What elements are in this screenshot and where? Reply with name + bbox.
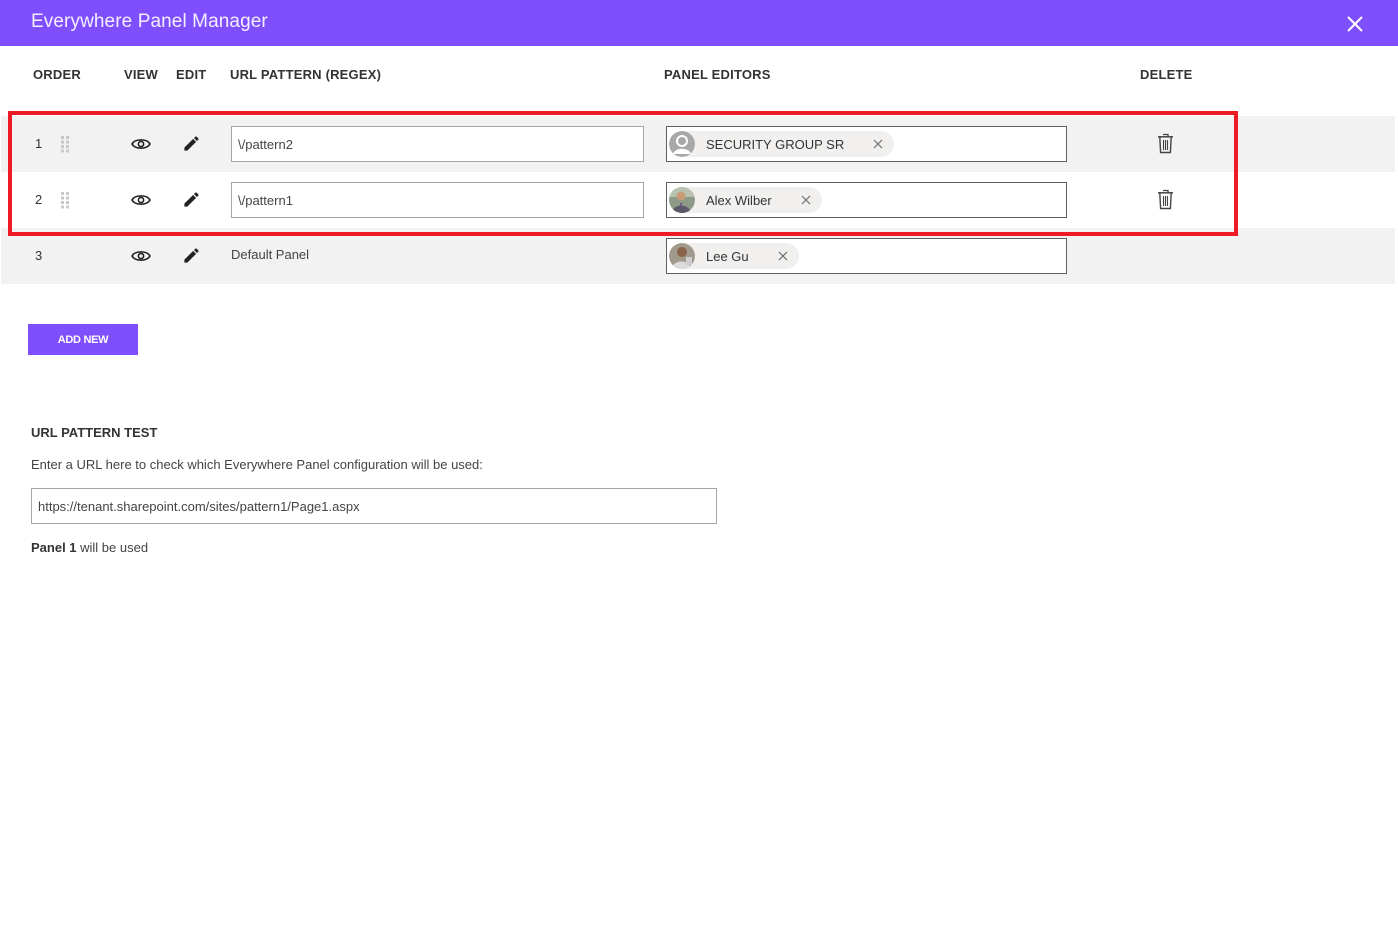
- editor-chip: SECURITY GROUP SR: [669, 131, 895, 157]
- remove-editor-icon[interactable]: [777, 250, 789, 262]
- panel-editors-picker[interactable]: Lee Gu: [666, 238, 1067, 274]
- panel-editors-picker[interactable]: Alex Wilber: [666, 182, 1067, 218]
- remove-editor-icon[interactable]: [872, 138, 884, 150]
- column-header-order: ORDER: [33, 67, 81, 82]
- pencil-icon[interactable]: [182, 134, 201, 153]
- title-bar: Everywhere Panel Manager: [0, 0, 1398, 46]
- test-url-input[interactable]: [31, 488, 717, 524]
- user-photo-avatar: [669, 187, 695, 213]
- url-pattern-test-description: Enter a URL here to check which Everywhe…: [31, 457, 483, 472]
- pencil-icon[interactable]: [182, 190, 201, 209]
- panel-row: 2 Alex Wilber: [1, 172, 1395, 228]
- test-result: Panel 1 will be used: [31, 540, 148, 555]
- url-pattern-input[interactable]: [231, 126, 644, 162]
- editor-name: Alex Wilber: [706, 192, 772, 208]
- column-header-edit: EDIT: [176, 67, 207, 82]
- trash-icon[interactable]: [1157, 189, 1174, 210]
- order-number: 1: [35, 136, 43, 151]
- user-photo-avatar: [669, 243, 695, 269]
- editor-name: SECURITY GROUP SR: [706, 136, 845, 152]
- column-header-delete: DELETE: [1140, 67, 1193, 82]
- column-header-view: VIEW: [124, 67, 159, 82]
- url-pattern-input[interactable]: [231, 182, 644, 218]
- column-header-panel-editors: PANEL EDITORS: [664, 67, 771, 82]
- editor-chip: Lee Gu: [669, 243, 799, 269]
- panel-row: 1 SECURITY GROUP SR: [1, 116, 1395, 172]
- editor-chip: Alex Wilber: [669, 187, 822, 213]
- eye-icon[interactable]: [131, 137, 151, 151]
- order-number: 2: [35, 192, 43, 207]
- test-result-panel: Panel 1: [31, 540, 77, 555]
- panel-row: 3 Default Panel Lee Gu: [1, 228, 1395, 284]
- column-header-url-pattern: URL PATTERN (REGEX): [230, 67, 382, 82]
- editor-name: Lee Gu: [706, 248, 749, 264]
- drag-handle-icon[interactable]: [60, 191, 70, 209]
- eye-icon[interactable]: [131, 193, 151, 207]
- pencil-icon[interactable]: [182, 246, 201, 265]
- group-avatar-icon: [669, 131, 695, 157]
- remove-editor-icon[interactable]: [800, 194, 812, 206]
- url-pattern-test-heading: URL PATTERN TEST: [31, 425, 158, 440]
- add-new-button[interactable]: ADD NEW: [28, 324, 138, 355]
- test-result-text: will be used: [76, 540, 149, 555]
- drag-handle-icon[interactable]: [60, 135, 70, 153]
- order-number: 3: [35, 248, 43, 263]
- close-icon[interactable]: [1343, 12, 1367, 36]
- window-title: Everywhere Panel Manager: [31, 11, 268, 32]
- eye-icon[interactable]: [131, 249, 151, 263]
- default-panel-label: Default Panel: [231, 247, 310, 262]
- trash-icon[interactable]: [1157, 133, 1174, 154]
- panel-editors-picker[interactable]: SECURITY GROUP SR: [666, 126, 1067, 162]
